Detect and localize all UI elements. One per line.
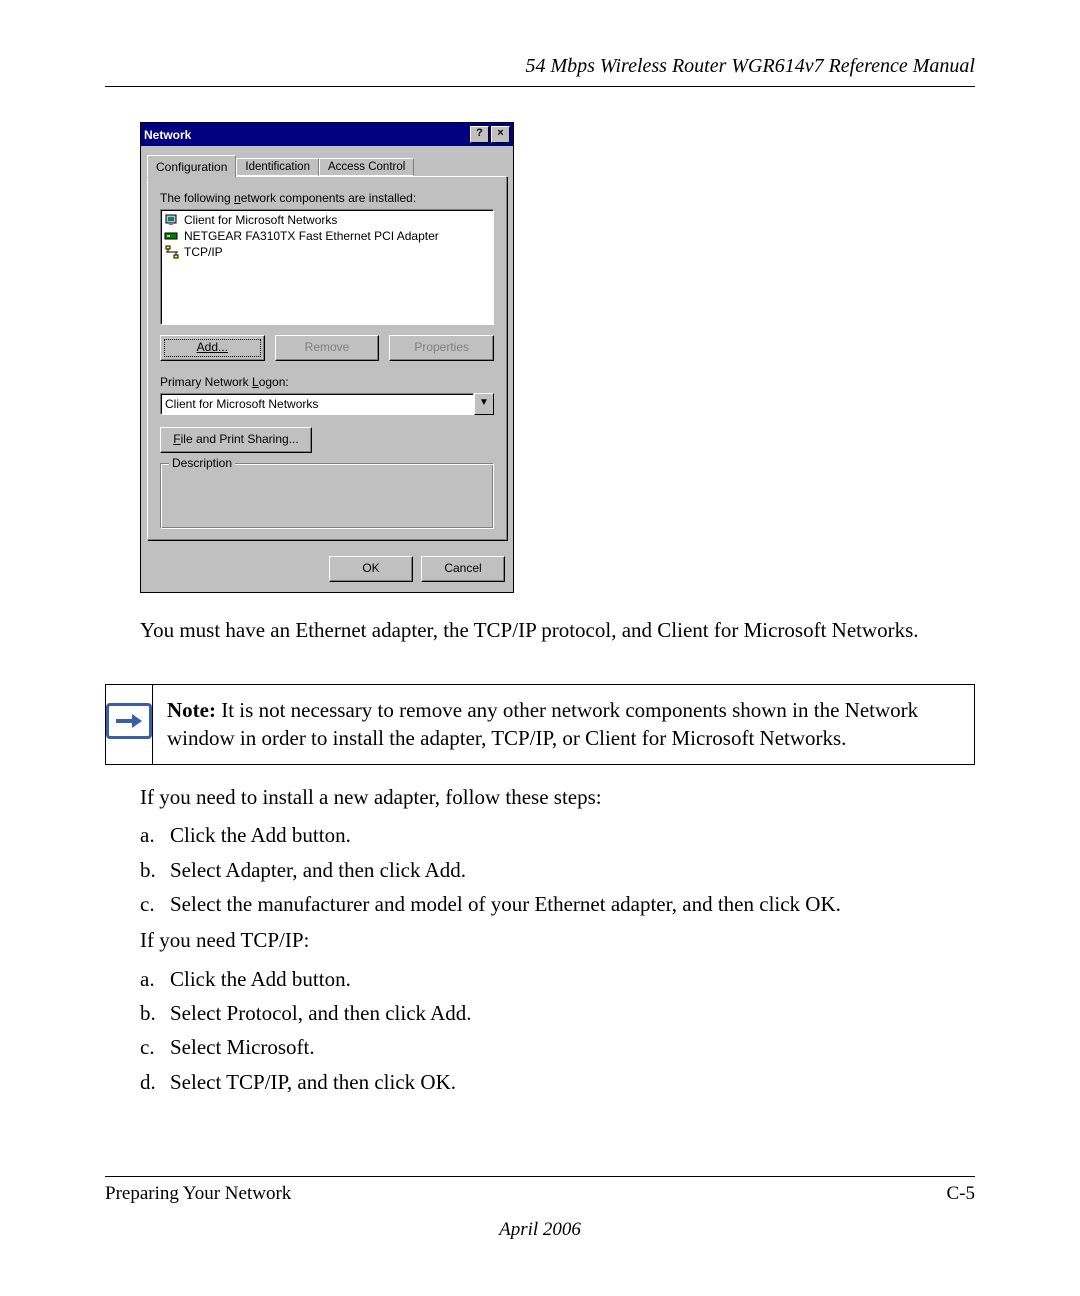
list-item-label: NETGEAR FA310TX Fast Ethernet PCI Adapte… xyxy=(184,228,439,244)
footer-rule xyxy=(105,1176,975,1177)
list-item: b.Select Protocol, and then click Add. xyxy=(140,999,975,1027)
list-item[interactable]: Client for Microsoft Networks xyxy=(163,212,491,228)
add-button[interactable]: Add... xyxy=(160,335,265,361)
chevron-down-icon[interactable]: ▼ xyxy=(474,393,494,415)
footer-page-number: C-5 xyxy=(947,1183,976,1205)
description-label: Description xyxy=(169,456,235,470)
logon-value: Client for Microsoft Networks xyxy=(160,393,474,415)
components-listbox[interactable]: Client for Microsoft Networks NETGEAR FA… xyxy=(160,209,494,325)
client-icon xyxy=(164,212,180,228)
list-item: c.Select Microsoft. xyxy=(140,1033,975,1061)
list-item-label: Client for Microsoft Networks xyxy=(184,212,337,228)
properties-button: Properties xyxy=(389,335,494,361)
footer-date: April 2006 xyxy=(105,1219,975,1241)
logon-label: Primary Network Logon: xyxy=(160,375,494,389)
tab-configuration[interactable]: Configuration xyxy=(147,155,236,178)
description-group: Description xyxy=(160,463,494,529)
footer-section: Preparing Your Network xyxy=(105,1183,291,1205)
file-print-sharing-button[interactable]: File and Print Sharing... xyxy=(160,427,312,453)
page-footer: Preparing Your Network C-5 April 2006 xyxy=(105,1176,975,1241)
list-item[interactable]: TCP/IP xyxy=(163,244,491,260)
list-item: d.Select TCP/IP, and then click OK. xyxy=(140,1068,975,1096)
tab-access-control[interactable]: Access Control xyxy=(319,158,414,176)
cancel-button[interactable]: Cancel xyxy=(421,556,505,582)
tab-panel: The following network components are ins… xyxy=(147,176,507,540)
remove-button: Remove xyxy=(275,335,380,361)
list-item: a.Click the Add button. xyxy=(140,965,975,993)
help-button[interactable]: ? xyxy=(470,126,489,143)
header-rule xyxy=(105,86,975,87)
document-body: If you need to install a new adapter, fo… xyxy=(140,783,975,1096)
list-intro: If you need TCP/IP: xyxy=(140,926,975,954)
note-icon-cell xyxy=(106,685,153,764)
close-button[interactable]: × xyxy=(491,126,510,143)
dialog-title: Network xyxy=(144,128,468,142)
titlebar: Network ? × xyxy=(141,123,513,146)
list-item-label: TCP/IP xyxy=(184,244,223,260)
tab-identification[interactable]: Identification xyxy=(236,158,319,176)
list-item: c.Select the manufacturer and model of y… xyxy=(140,890,975,918)
tab-strip: Configuration Identification Access Cont… xyxy=(147,154,507,176)
note-text: Note: It is not necessary to remove any … xyxy=(153,685,974,764)
adapter-icon xyxy=(164,228,180,244)
network-dialog: Network ? × Configuration Identification… xyxy=(140,122,514,593)
running-header: 54 Mbps Wireless Router WGR614v7 Referen… xyxy=(105,55,975,78)
arrow-right-icon xyxy=(106,703,152,739)
protocol-icon xyxy=(164,244,180,260)
logon-dropdown[interactable]: Client for Microsoft Networks ▼ xyxy=(160,393,494,415)
list-item: a.Click the Add button. xyxy=(140,821,975,849)
note-box: Note: It is not necessary to remove any … xyxy=(105,684,975,765)
components-label: The following network components are ins… xyxy=(160,191,494,205)
note-label: Note: xyxy=(167,698,216,722)
paragraph: You must have an Ethernet adapter, the T… xyxy=(140,617,975,644)
ok-button[interactable]: OK xyxy=(329,556,413,582)
list-intro: If you need to install a new adapter, fo… xyxy=(140,783,975,811)
list-item: b.Select Adapter, and then click Add. xyxy=(140,856,975,884)
list-item[interactable]: NETGEAR FA310TX Fast Ethernet PCI Adapte… xyxy=(163,228,491,244)
